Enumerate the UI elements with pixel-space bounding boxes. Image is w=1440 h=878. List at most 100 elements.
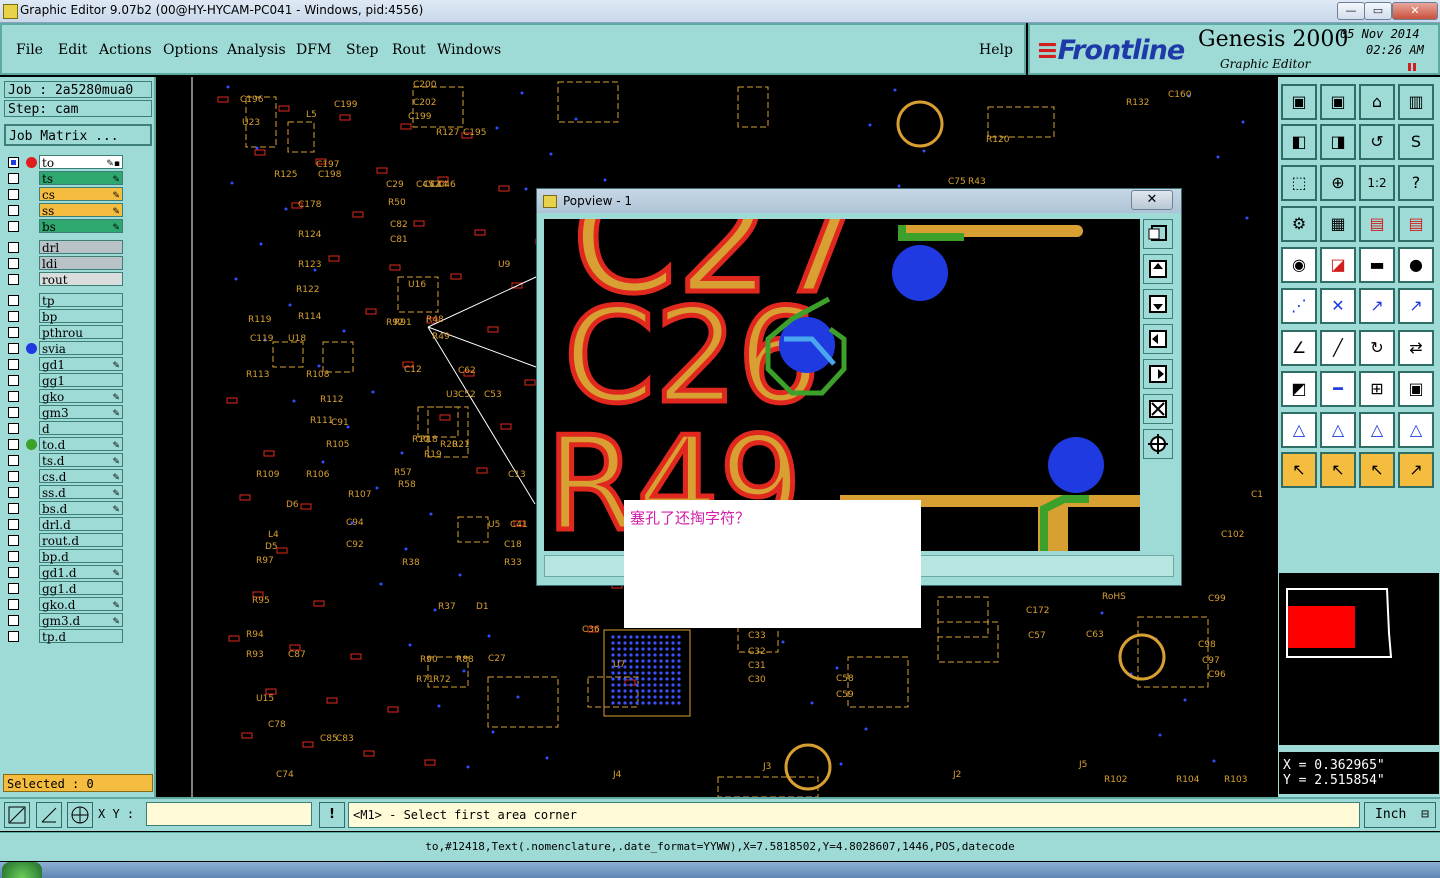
- layer-name[interactable]: tp.d: [39, 629, 123, 644]
- layer-name[interactable]: to ✎▪: [39, 155, 123, 170]
- tool-button[interactable]: S: [1398, 124, 1434, 160]
- layer-row[interactable]: drl.d: [5, 517, 125, 532]
- tool-button[interactable]: ◉: [1281, 247, 1317, 283]
- layer-checkbox[interactable]: [8, 487, 19, 498]
- layer-checkbox[interactable]: [8, 258, 19, 269]
- layer-checkbox[interactable]: [8, 407, 19, 418]
- tool-button[interactable]: ↖: [1281, 452, 1317, 488]
- layer-row[interactable]: ss.d ✎: [5, 485, 125, 500]
- layer-name[interactable]: tp: [39, 293, 123, 308]
- tool-button[interactable]: ━: [1320, 371, 1356, 407]
- layer-name[interactable]: bs.d ✎: [39, 501, 123, 516]
- layer-checkbox[interactable]: [8, 615, 19, 626]
- layer-name[interactable]: cs ✎: [39, 187, 123, 202]
- layer-name[interactable]: gd1 ✎: [39, 357, 123, 372]
- tool-button[interactable]: ▬: [1359, 247, 1395, 283]
- tool-button[interactable]: ↖: [1320, 452, 1356, 488]
- tool-button[interactable]: ⇄: [1398, 330, 1434, 366]
- layer-name[interactable]: to.d ✎: [39, 437, 123, 452]
- tool-button[interactable]: △: [1281, 412, 1317, 448]
- board-overview[interactable]: [1279, 573, 1439, 745]
- layer-name[interactable]: gg1: [39, 373, 123, 388]
- layer-name[interactable]: gko ✎: [39, 389, 123, 404]
- layer-checkbox[interactable]: [8, 375, 19, 386]
- tool-button[interactable]: ◩: [1281, 371, 1317, 407]
- tool-button[interactable]: ◪: [1320, 247, 1356, 283]
- tool-button[interactable]: ▣: [1320, 84, 1356, 120]
- layer-row[interactable]: ss ✎: [5, 203, 125, 218]
- tool-button[interactable]: ⊕: [1320, 165, 1356, 201]
- tool-button[interactable]: ↻: [1359, 330, 1395, 366]
- layer-name[interactable]: ts ✎: [39, 171, 123, 186]
- menu-options[interactable]: Options: [163, 42, 218, 58]
- layer-checkbox[interactable]: [8, 599, 19, 610]
- layer-checkbox[interactable]: [8, 274, 19, 285]
- layer-row[interactable]: tp: [5, 293, 125, 308]
- layer-name[interactable]: gko.d ✎: [39, 597, 123, 612]
- tool-button[interactable]: ╱: [1320, 330, 1356, 366]
- layer-name[interactable]: pthrou: [39, 325, 123, 340]
- popview-tool-7[interactable]: [1143, 429, 1173, 459]
- menu-file[interactable]: File: [16, 42, 43, 58]
- layer-row[interactable]: tp.d: [5, 629, 125, 644]
- layer-name[interactable]: ss ✎: [39, 203, 123, 218]
- alert-button[interactable]: !: [319, 802, 345, 828]
- layer-checkbox[interactable]: [8, 519, 19, 530]
- menu-analysis[interactable]: Analysis: [227, 42, 286, 58]
- tool-button[interactable]: ↖: [1359, 452, 1395, 488]
- layer-name[interactable]: svia: [39, 341, 123, 356]
- layer-checkbox[interactable]: [8, 221, 19, 232]
- layer-checkbox[interactable]: [8, 535, 19, 546]
- job-matrix-button[interactable]: Job Matrix ...: [4, 124, 152, 146]
- menu-actions[interactable]: Actions: [99, 42, 152, 58]
- menu-edit[interactable]: Edit: [58, 42, 87, 58]
- tool-button[interactable]: ▥: [1398, 84, 1434, 120]
- tool-button[interactable]: ⬚: [1281, 165, 1317, 201]
- layer-checkbox[interactable]: [8, 295, 19, 306]
- menu-rout[interactable]: Rout: [392, 42, 426, 58]
- layer-checkbox[interactable]: [8, 189, 19, 200]
- layer-checkbox[interactable]: [8, 391, 19, 402]
- grid-button[interactable]: [67, 802, 93, 828]
- popview-tool-5[interactable]: [1143, 359, 1173, 389]
- layer-row[interactable]: bp: [5, 309, 125, 324]
- layer-row[interactable]: drl: [5, 240, 125, 255]
- tool-button[interactable]: ?: [1398, 165, 1434, 201]
- tool-button[interactable]: ▣: [1398, 371, 1434, 407]
- layer-checkbox[interactable]: [8, 173, 19, 184]
- layer-checkbox[interactable]: [8, 631, 19, 642]
- layer-row[interactable]: bs.d ✎: [5, 501, 125, 516]
- layer-row[interactable]: gd1 ✎: [5, 357, 125, 372]
- layer-name[interactable]: bp: [39, 309, 123, 324]
- layer-checkbox[interactable]: [8, 157, 19, 168]
- units-select[interactable]: Inch ⊟: [1364, 802, 1436, 828]
- popview-tool-2[interactable]: [1143, 254, 1173, 284]
- layer-name[interactable]: bp.d: [39, 549, 123, 564]
- menu-step[interactable]: Step: [346, 42, 378, 58]
- layer-checkbox[interactable]: [8, 583, 19, 594]
- tool-button[interactable]: ●: [1398, 247, 1434, 283]
- layer-checkbox[interactable]: [8, 551, 19, 562]
- menu-dfm[interactable]: DFM: [296, 42, 331, 58]
- tool-button[interactable]: ∠: [1281, 330, 1317, 366]
- tool-button[interactable]: ↺: [1359, 124, 1395, 160]
- tool-button[interactable]: ▦: [1320, 206, 1356, 242]
- layer-checkbox[interactable]: [8, 439, 19, 450]
- layer-checkbox[interactable]: [8, 455, 19, 466]
- layer-row[interactable]: to ✎▪: [5, 155, 125, 170]
- layer-checkbox[interactable]: [8, 327, 19, 338]
- layer-name[interactable]: rout.d: [39, 533, 123, 548]
- tool-button[interactable]: △: [1398, 412, 1434, 448]
- menu-help[interactable]: Help: [979, 42, 1013, 58]
- tool-button[interactable]: ▣: [1281, 84, 1317, 120]
- layer-row[interactable]: rout: [5, 272, 125, 287]
- layer-row[interactable]: gm3.d ✎: [5, 613, 125, 628]
- layer-row[interactable]: ts.d ✎: [5, 453, 125, 468]
- layer-name[interactable]: cs.d ✎: [39, 469, 123, 484]
- layer-checkbox[interactable]: [8, 471, 19, 482]
- layer-row[interactable]: cs.d ✎: [5, 469, 125, 484]
- zoom-area-button[interactable]: [4, 802, 30, 828]
- layer-row[interactable]: gm3 ✎: [5, 405, 125, 420]
- layer-row[interactable]: gg1: [5, 373, 125, 388]
- layer-row[interactable]: ts ✎: [5, 171, 125, 186]
